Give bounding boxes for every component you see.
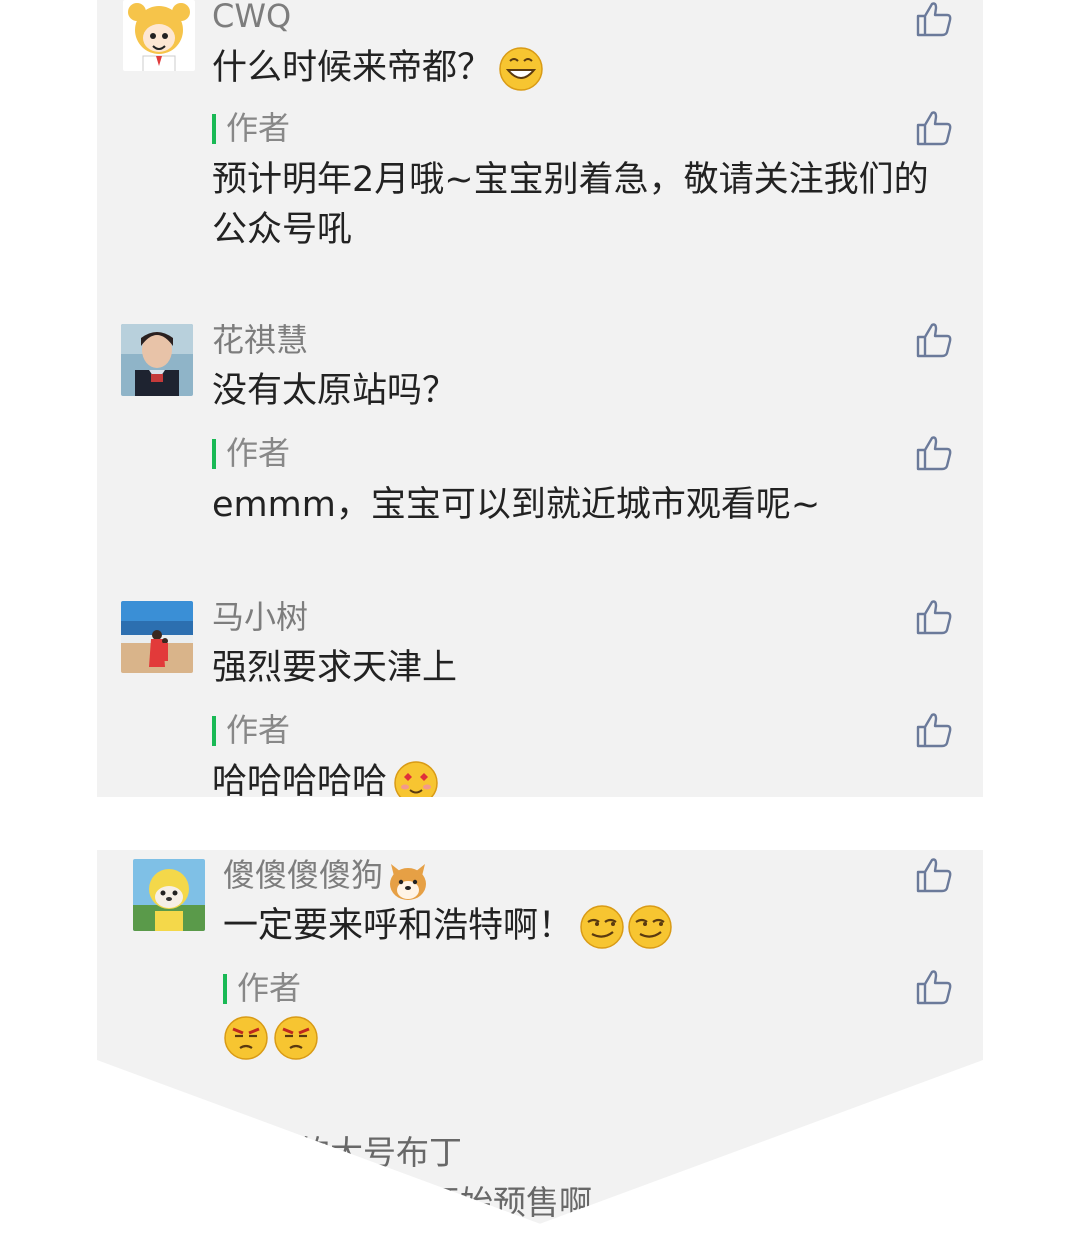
like-icon[interactable] <box>915 598 953 636</box>
comment-text-content: 什么时候来帝都？ <box>212 48 493 88</box>
comment-text: 强烈要求天津上 <box>212 648 458 688</box>
grin-emoji-icon <box>498 46 544 92</box>
avatar[interactable] <box>121 324 193 396</box>
smug-emoji-icon <box>579 904 625 950</box>
like-icon[interactable] <box>915 856 953 894</box>
like-icon[interactable] <box>915 968 953 1006</box>
comments-panel: CWQ 什么时候来帝都？ 作者 预计明年2月哦~宝宝别着急，敬请关注我们的公众号… <box>97 0 983 797</box>
comment-text: 一定要来呼和浩特啊！ <box>223 901 673 951</box>
author-reply-label: 作者 <box>212 433 290 473</box>
comment-text: 什么时候来帝都？ <box>212 43 544 93</box>
author-reply-text: 哈哈哈哈哈 <box>212 757 439 797</box>
author-reply-text: 预计明年2月哦~宝宝别着急，敬请关注我们的公众号吼 <box>212 160 929 250</box>
author-reply-label: 作者 <box>223 968 301 1008</box>
author-reply-emojis <box>223 1012 319 1062</box>
avatar[interactable] <box>121 601 193 673</box>
shiba-dog-emoji-icon <box>385 858 427 900</box>
comment-text-content: 一定要来呼和浩特啊！ <box>223 906 574 946</box>
like-icon[interactable] <box>915 109 953 147</box>
nickname-text: 傻傻傻傻狗 <box>223 856 384 894</box>
smug-emoji-icon <box>627 904 673 950</box>
nickname[interactable]: 傻傻傻傻狗 <box>223 855 427 900</box>
nickname[interactable]: 马小树 <box>212 597 308 637</box>
author-reply-text: emmm，宝宝可以到就近城市观看呢~ <box>212 485 821 525</box>
author-reply-label: 作者 <box>212 108 290 148</box>
avatar[interactable] <box>123 0 195 71</box>
annoyed-emoji-icon <box>223 1015 269 1061</box>
author-reply-label: 作者 <box>212 710 290 750</box>
avatar[interactable] <box>133 859 205 931</box>
comment-text: 没有太原站吗？ <box>212 371 458 411</box>
nickname[interactable]: CWQ <box>212 0 291 36</box>
author-reply-content: 哈哈哈哈哈 <box>212 762 388 797</box>
annoyed-emoji-icon <box>273 1015 319 1061</box>
heart-eyes-emoji-icon <box>393 760 439 797</box>
like-icon[interactable] <box>915 711 953 749</box>
nickname[interactable]: 花祺慧 <box>212 320 308 360</box>
like-icon[interactable] <box>915 434 953 472</box>
like-icon[interactable] <box>915 0 953 38</box>
like-icon[interactable] <box>915 321 953 359</box>
